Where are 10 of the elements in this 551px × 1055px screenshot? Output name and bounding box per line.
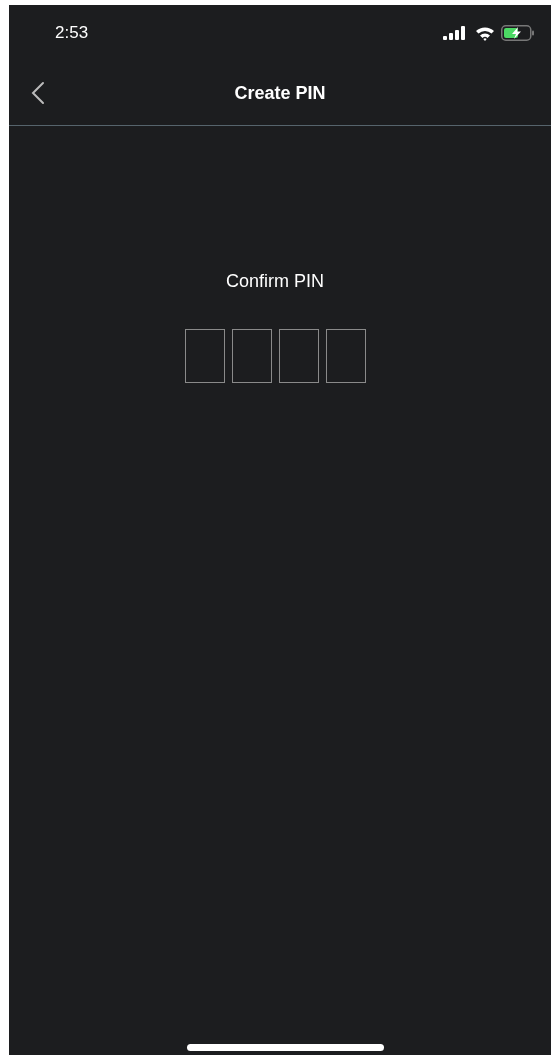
wifi-icon [475, 25, 495, 41]
pin-digit-box[interactable] [278, 329, 319, 383]
pin-digit-box[interactable] [231, 329, 272, 383]
pin-digit-box[interactable] [184, 329, 225, 383]
back-button[interactable] [31, 81, 45, 105]
battery-charging-icon [501, 25, 535, 41]
pin-digit-box[interactable] [325, 329, 366, 383]
confirm-pin-label: Confirm PIN [226, 271, 324, 292]
status-time: 2:53 [55, 23, 89, 43]
screen-title: Create PIN [234, 82, 326, 104]
